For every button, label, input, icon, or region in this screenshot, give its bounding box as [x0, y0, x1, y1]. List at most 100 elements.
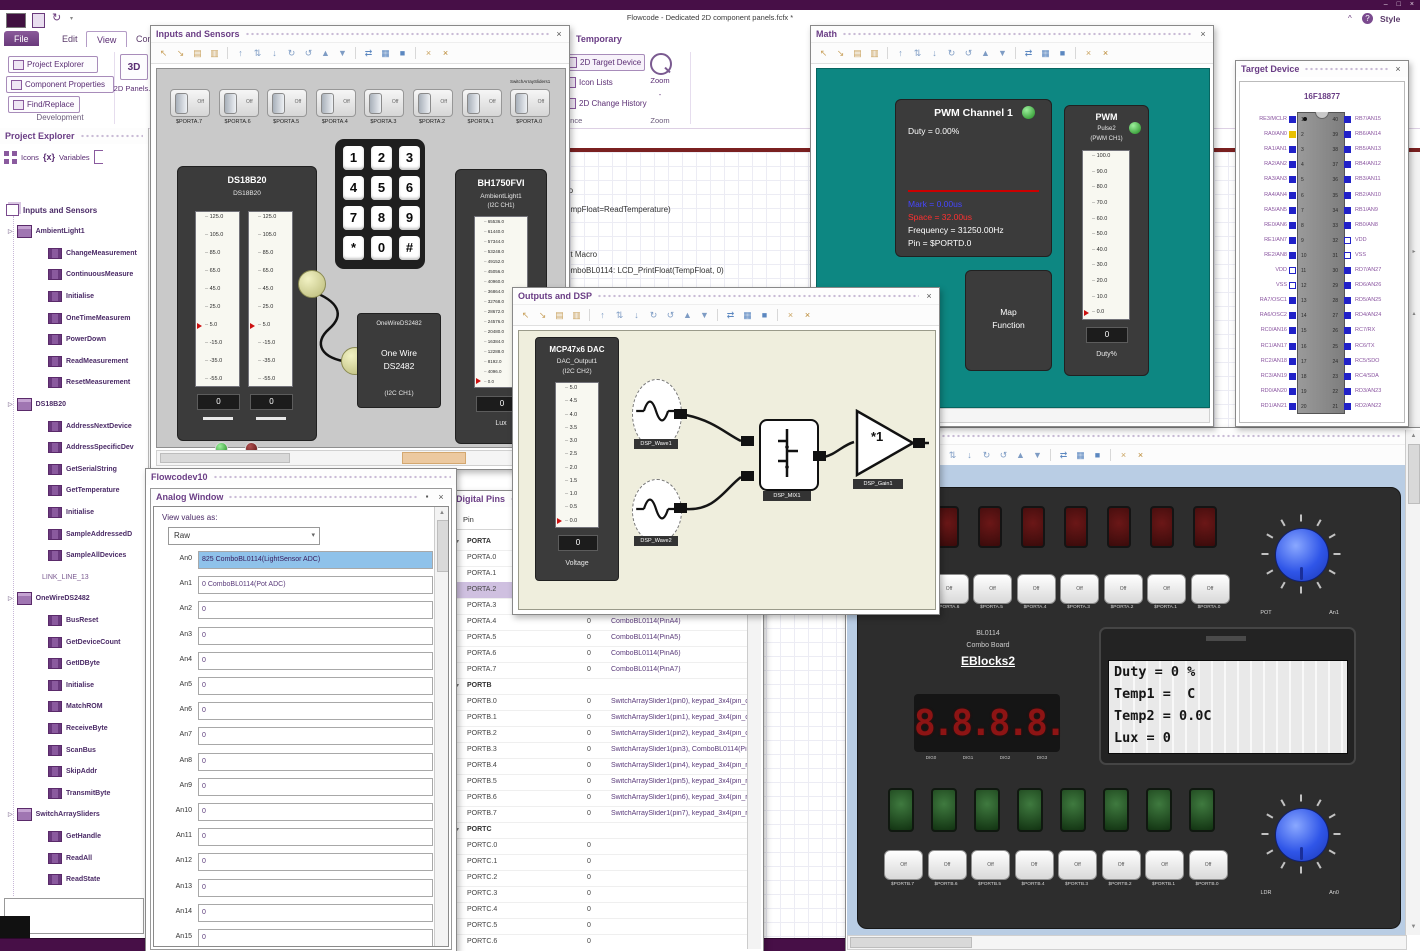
toolbar-icon-2[interactable]: ▤ [851, 47, 864, 60]
tree-item-switcharraysliders[interactable]: ▷ SwitchArraySliders [8, 805, 100, 825]
digital-row-portc[interactable]: ▾ PORTC [451, 822, 747, 839]
toolbar-icon-11[interactable]: ⇄ [1057, 449, 1070, 462]
toolbar-icon-5[interactable]: ⇅ [911, 47, 924, 60]
dsp-gain-component[interactable]: *1 [855, 408, 917, 479]
toolbar-icon-6[interactable]: ↓ [963, 449, 976, 462]
redo-icon[interactable]: ↻ [52, 11, 61, 24]
toolbar-icon-5[interactable]: ⇅ [946, 449, 959, 462]
toolbar-icon-6[interactable]: ↓ [268, 47, 281, 60]
toolbar-icon-1[interactable]: ↘ [174, 47, 187, 60]
tree-item-gethandle[interactable]: GetHandle [48, 826, 101, 846]
analog-field-an3[interactable]: 0 [198, 626, 433, 645]
toolbar-icon-1[interactable]: ↘ [834, 47, 847, 60]
toolbar-icon-1[interactable]: ↘ [536, 309, 549, 322]
minimize-button[interactable]: – [1384, 0, 1388, 10]
board-button--portb-5[interactable]: Off [971, 850, 1010, 880]
toolbar-icon-3[interactable]: ▥ [208, 47, 221, 60]
board-button--portb-7[interactable]: Off [884, 850, 923, 880]
tree-item-transmitbyte[interactable]: TransmitByte [48, 783, 110, 803]
pin-column-header[interactable]: Pin [463, 515, 474, 524]
tree-item-skipaddr[interactable]: SkipAddr [48, 762, 97, 782]
app-icon[interactable] [6, 13, 26, 28]
digital-row-portb-2[interactable]: PORTB.2 0 SwitchArraySlider1(pin2), keypad… [451, 726, 749, 743]
board-button--portb-2[interactable]: Off [1101, 850, 1141, 880]
view-values-dropdown[interactable]: Raw ▾ [168, 527, 320, 545]
digital-row-porta-5[interactable]: PORTA.5 0 ComboBL0114(PinA5) [451, 630, 747, 647]
tree-item-addressspecificdev[interactable]: AddressSpecificDev [48, 438, 134, 458]
toolbar-icon-4[interactable]: ↑ [894, 47, 907, 60]
toolbar-icon-2[interactable]: ▤ [191, 47, 204, 60]
toolbar-icon-8[interactable]: ↺ [302, 47, 315, 60]
analog-field-an1[interactable]: 0 ComboBL0114(Pot ADC) [198, 576, 433, 595]
digital-row-portb[interactable]: ▾ PORTB [451, 678, 747, 695]
close-icon[interactable]: × [554, 28, 564, 40]
toolbar-icon-10[interactable]: ▼ [698, 309, 711, 322]
tree-item-sampleaddressedd[interactable]: SampleAddressedD [48, 524, 132, 544]
tab-icons[interactable]: Icons [21, 153, 39, 162]
2d-panels-label[interactable]: 2D Panels. [112, 84, 152, 93]
scroll-thumb[interactable] [437, 520, 448, 572]
toolbar-icon-9[interactable]: ▲ [1014, 449, 1027, 462]
tree-item-readall[interactable]: ReadAll [48, 848, 92, 868]
expander-icon[interactable]: ▷ [8, 401, 13, 408]
tree-item-changemeasurement[interactable]: ChangeMeasurement [48, 243, 137, 263]
close-icon[interactable]: × [1393, 63, 1403, 75]
tree-item-onetimemeasurem[interactable]: OneTimeMeasurem [48, 308, 130, 328]
toolbar-icon-4[interactable]: ↑ [596, 309, 609, 322]
analog-field-an2[interactable]: 0 [198, 601, 433, 620]
quick-access-dropdown-icon[interactable]: ▾ [70, 15, 73, 22]
toolbar-icon-9[interactable]: ▲ [681, 309, 694, 322]
tree-item-getdevicecount[interactable]: GetDeviceCount [48, 632, 120, 652]
map-function-component[interactable]: Map Function [965, 270, 1052, 371]
toolbar-icon-0[interactable]: ↖ [157, 47, 170, 60]
board-hscrollbar[interactable] [847, 935, 1407, 950]
toolbar-icon-10[interactable]: ▼ [336, 47, 349, 60]
toolbar-icon-4[interactable]: ↑ [234, 47, 247, 60]
scroll-thumb[interactable] [160, 453, 290, 463]
digital-row-portb-0[interactable]: PORTB.0 0 SwitchArraySlider1(pin0), keypad… [451, 694, 749, 711]
analog-field-an15[interactable]: 0 [198, 929, 433, 946]
tree-item-onewireds2482[interactable]: ▷ OneWireDS2482 [8, 589, 90, 609]
analog-field-an14[interactable]: 0 [198, 903, 433, 922]
digital-row-portb-5[interactable]: PORTB.5 0 SwitchArraySlider1(pin5), keypad… [451, 774, 749, 791]
toolbar-icon-9[interactable]: ▲ [979, 47, 992, 60]
wire-node-icon[interactable] [298, 270, 326, 298]
tree-item-gettemperature[interactable]: GetTemperature [48, 481, 120, 501]
toolbar-icon-15[interactable]: × [439, 47, 452, 60]
view-toggle-2[interactable]: 2D Change History [560, 96, 650, 111]
toolbar-icon-14[interactable]: × [784, 309, 797, 322]
digital-row-portc-2[interactable]: PORTC.2 0 [451, 870, 747, 887]
analog-field-an11[interactable]: 0 [198, 828, 433, 847]
toolbar-icon-15[interactable]: × [1099, 47, 1112, 60]
digital-row-porta-4[interactable]: PORTA.4 0 ComboBL0114(PinA4) [451, 614, 747, 631]
zoom-minus[interactable]: - [642, 90, 678, 99]
onewire-component[interactable]: OneWireDS2482 One Wire DS2482 (I2C CH1) [357, 313, 441, 408]
toolbar-icon-14[interactable]: × [422, 47, 435, 60]
close-icon[interactable]: × [1198, 28, 1208, 40]
analog-vscrollbar[interactable]: ▲ [434, 507, 448, 946]
ribbon-collapse-icon[interactable]: ^ [1348, 14, 1352, 23]
toolbar-icon-11[interactable]: ⇄ [724, 309, 737, 322]
toolbar-icon-3[interactable]: ▥ [868, 47, 881, 60]
tree-item-powerdown[interactable]: PowerDown [48, 330, 106, 350]
tree-item-addressnextdevice[interactable]: AddressNextDevice [48, 416, 132, 436]
digital-row-portc-6[interactable]: PORTC.6 0 [451, 934, 747, 949]
toolbar-icon-5[interactable]: ⇅ [613, 309, 626, 322]
toolbar-icon-13[interactable]: ■ [1056, 47, 1069, 60]
toolbar-icon-12[interactable]: ▦ [1039, 47, 1052, 60]
tree-item-readmeasurement[interactable]: ReadMeasurement [48, 351, 128, 371]
scroll-thumb[interactable] [1408, 444, 1420, 504]
analog-field-an0[interactable]: 825 ComboBL0114(LightSensor ADC) [198, 551, 433, 569]
inputs-hscrollbar[interactable] [156, 450, 566, 466]
dsp-mix-component[interactable] [759, 419, 819, 491]
toolbar-icon-7[interactable]: ↻ [945, 47, 958, 60]
tree-item-scanbus[interactable]: ScanBus [48, 740, 96, 760]
analog-field-an6[interactable]: 0 [198, 702, 433, 721]
tree-item-initialise[interactable]: Initialise [48, 675, 94, 695]
analog-field-an8[interactable]: 0 [198, 752, 433, 771]
toolbar-icon-14[interactable]: × [1117, 449, 1130, 462]
tree-item-getserialstring[interactable]: GetSerialString [48, 459, 117, 479]
tree-item-getidbyte[interactable]: GetIDByte [48, 654, 100, 674]
digital-row-portc-0[interactable]: PORTC.0 0 [451, 838, 747, 855]
help-icon[interactable]: ? [1362, 13, 1373, 24]
